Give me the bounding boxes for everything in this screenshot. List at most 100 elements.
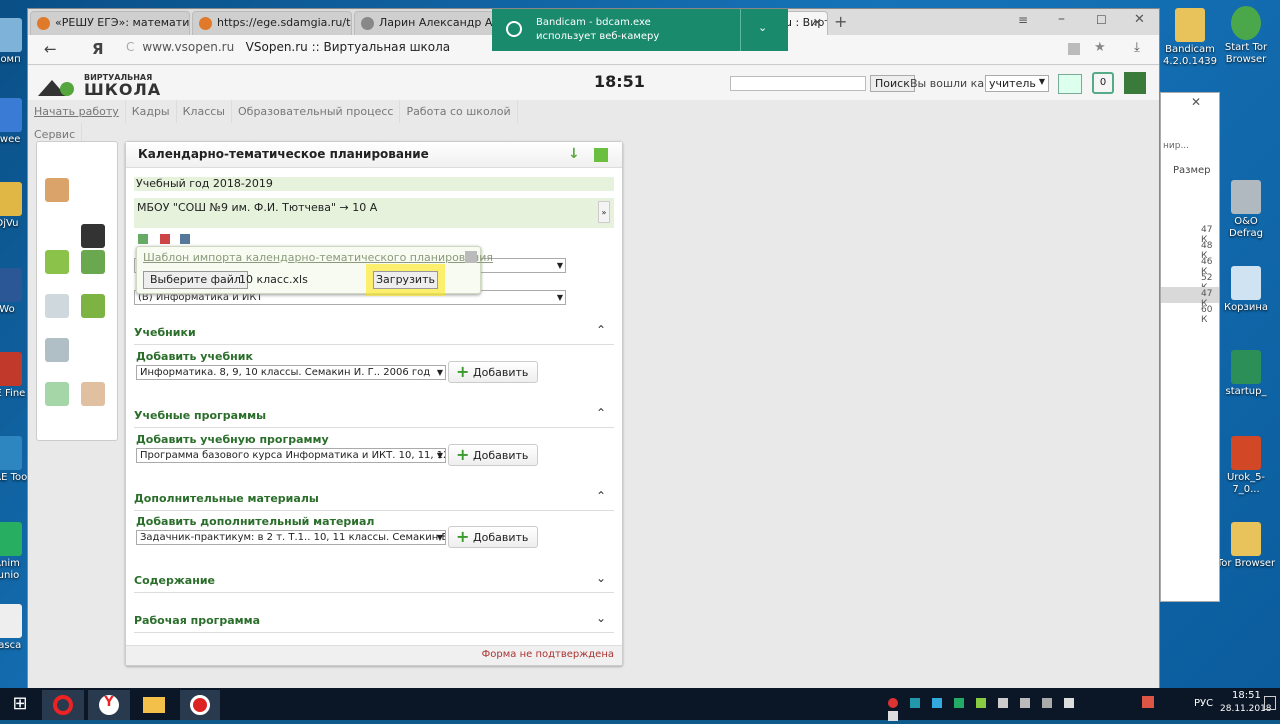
site-search-input[interactable] xyxy=(730,76,866,91)
system-tray[interactable] xyxy=(888,698,1088,721)
chevron-up-icon[interactable]: ⌃ xyxy=(596,323,606,337)
record-icon[interactable] xyxy=(888,698,898,708)
webcam-notification[interactable]: Bandicam - bdcam.exe использует веб-каме… xyxy=(492,9,788,51)
desktop-icon-bandicam[interactable]: Bandicam 4.2.0.1439 xyxy=(1160,8,1220,68)
edit-doc-icon[interactable] xyxy=(45,294,69,318)
close-popup-icon[interactable] xyxy=(465,251,477,263)
chevron-down-icon[interactable]: ⌄ xyxy=(596,571,606,585)
tab-sdamgia[interactable]: https://ege.sdamgia.ru/test? xyxy=(192,11,352,35)
menu-staff[interactable]: Кадры xyxy=(126,100,177,123)
notification-tray-icon[interactable] xyxy=(1142,696,1154,708)
site-favicon-icon xyxy=(37,17,50,30)
language-indicator[interactable]: РУС xyxy=(1194,698,1213,709)
role-select[interactable]: учитель ▼ xyxy=(985,75,1049,92)
section-work-program[interactable]: Рабочая программа ⌄ xyxy=(134,607,614,633)
expand-icon[interactable]: » xyxy=(598,201,610,223)
textbook-select[interactable]: Информатика. 8, 9, 10 классы. Семакин И.… xyxy=(136,365,446,380)
save-icon[interactable] xyxy=(594,148,608,162)
yandex-browser-icon[interactable]: Y xyxy=(88,690,130,720)
tray-app-icon[interactable] xyxy=(932,698,942,708)
desktop-icon-urok[interactable]: Urok_5-7_0... xyxy=(1216,436,1276,496)
logout-icon[interactable] xyxy=(1124,72,1146,94)
desktop-icon-defrag[interactable]: O&O Defrag xyxy=(1216,180,1276,240)
tab-reshu-ege[interactable]: «РЕШУ ЕГЭ»: математика. Е xyxy=(30,11,190,35)
chevron-down-icon[interactable]: ⌄ xyxy=(596,611,606,625)
grid-icon[interactable] xyxy=(81,294,105,318)
back-icon[interactable]: ← xyxy=(44,40,57,58)
menu-classes[interactable]: Классы xyxy=(177,100,232,123)
chosen-file-name: 10 класс.xls xyxy=(239,273,308,286)
usb-icon[interactable] xyxy=(1042,698,1052,708)
main-menu: Начать работу Кадры Классы Образовательный … xyxy=(28,100,548,146)
user-search-icon[interactable] xyxy=(81,382,105,406)
section-programs[interactable]: Учебные программы ⌃ xyxy=(134,402,614,428)
choose-file-button[interactable]: Выберите файл xyxy=(143,271,248,289)
bandicam-icon[interactable] xyxy=(180,690,220,720)
upload-button[interactable]: Загрузить xyxy=(373,271,438,289)
messages-icon[interactable] xyxy=(1058,74,1082,94)
schedule-icon[interactable] xyxy=(81,224,105,248)
menu-icon[interactable]: ≡ xyxy=(1018,13,1028,27)
add-program-button[interactable]: + Добавить xyxy=(448,444,538,466)
action-center-icon[interactable] xyxy=(1264,696,1276,710)
section-content[interactable]: Содержание ⌄ xyxy=(134,567,614,593)
export-icon[interactable] xyxy=(160,234,170,244)
explorer-window-partial[interactable]: ✕ нир... Размер 47 К 48 К 46 К 52 К 47 К… xyxy=(1160,92,1220,602)
download-arrow-icon[interactable]: ↓ xyxy=(568,146,586,164)
shield-icon[interactable] xyxy=(954,698,964,708)
desktop-icon-tor-browser[interactable]: Tor Browser xyxy=(1216,522,1276,570)
close-tab-icon[interactable]: ✕ xyxy=(813,16,822,29)
skype-icon[interactable] xyxy=(910,698,920,708)
lock-icon[interactable] xyxy=(1068,43,1080,55)
site-logo-icon[interactable] xyxy=(38,74,78,96)
menu-start-work[interactable]: Начать работу xyxy=(28,100,126,123)
desktop-icon-recycle-bin[interactable]: Корзина xyxy=(1216,266,1276,314)
cloud-icon[interactable] xyxy=(998,698,1008,708)
calendar-icon[interactable] xyxy=(45,250,69,274)
minimize-icon[interactable]: – xyxy=(1058,11,1065,27)
yandex-icon[interactable]: Я xyxy=(92,40,104,58)
chevron-up-icon[interactable]: ⌃ xyxy=(596,489,606,503)
desktop-icon-startup[interactable]: startup_ xyxy=(1216,350,1276,398)
clock-time[interactable]: 18:51 xyxy=(1232,690,1261,701)
bookmark-star-icon[interactable]: ★ xyxy=(1094,40,1106,55)
download-icon[interactable]: ⤓ xyxy=(1134,40,1140,55)
tray-app-icon[interactable] xyxy=(976,698,986,708)
close-window-icon[interactable]: ✕ xyxy=(1134,12,1145,27)
section-extra-materials[interactable]: Дополнительные материалы ⌃ xyxy=(134,485,614,511)
maximize-icon[interactable]: ☐ xyxy=(1096,13,1107,27)
add-textbook-button[interactable]: + Добавить xyxy=(448,361,538,383)
search-button[interactable]: Поиск xyxy=(870,75,915,92)
program-select[interactable]: Программа базового курса Информатика и И… xyxy=(136,448,446,463)
teacher-icon[interactable] xyxy=(45,178,69,202)
add-material-button[interactable]: + Добавить xyxy=(448,526,538,548)
report-icon[interactable] xyxy=(45,338,69,362)
dropdown-arrow-icon: ▼ xyxy=(436,451,443,460)
opera-icon[interactable] xyxy=(42,690,84,720)
start-icon[interactable]: ⊞ xyxy=(0,690,40,720)
menu-school-work[interactable]: Работа со школой xyxy=(400,100,518,123)
material-select[interactable]: Задачник-практикум: в 2 т. Т.1.. 10, 11 … xyxy=(136,530,446,545)
chart-icon[interactable] xyxy=(180,234,190,244)
desktop-icon-start-tor[interactable]: Start Tor Browser xyxy=(1216,6,1276,66)
chevron-down-icon[interactable]: ⌄ xyxy=(758,21,767,34)
home-icon[interactable]: 0 xyxy=(1092,72,1114,94)
tab-larin[interactable]: Ларин Александр Алекса xyxy=(354,11,494,35)
mail-icon[interactable] xyxy=(45,382,69,406)
journal-icon[interactable] xyxy=(81,250,105,274)
reload-icon[interactable]: C xyxy=(126,40,134,54)
volume-icon[interactable] xyxy=(1064,698,1074,708)
powerpoint-icon xyxy=(1231,436,1261,470)
chevron-up-icon[interactable]: ⌃ xyxy=(596,406,606,420)
explorer-path[interactable]: нир... xyxy=(1163,141,1189,151)
section-textbooks[interactable]: Учебники ⌃ xyxy=(134,319,614,345)
import-icon[interactable] xyxy=(138,234,148,244)
menu-edu-process[interactable]: Образовательный процесс xyxy=(232,100,401,123)
tools-panel xyxy=(36,141,118,441)
new-tab-icon[interactable]: + xyxy=(834,12,847,31)
popup-title: Шаблон импорта календарно-тематического … xyxy=(143,251,493,264)
tray-app-icon[interactable] xyxy=(1020,698,1030,708)
close-icon[interactable]: ✕ xyxy=(1191,95,1201,109)
explorer-column-size[interactable]: Размер xyxy=(1173,165,1211,176)
file-explorer-icon[interactable] xyxy=(134,690,174,720)
